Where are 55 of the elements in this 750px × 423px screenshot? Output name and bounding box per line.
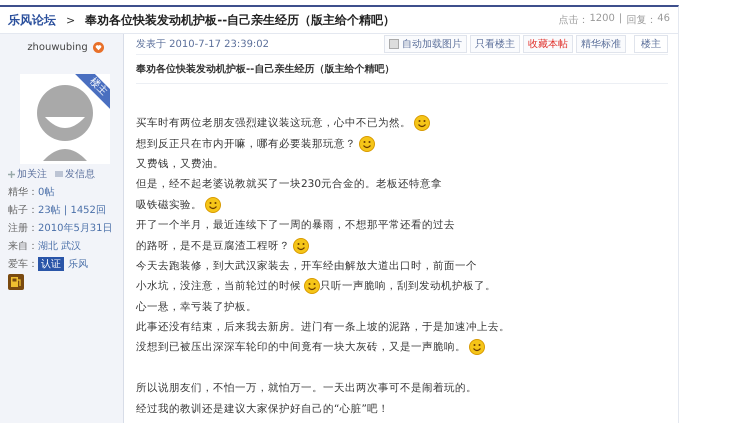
checkbox-label: 自动加载图片 [402,38,462,51]
smiley-icon [359,136,375,152]
author-name[interactable]: zhouwubing [27,42,88,52]
smiley-icon [414,115,430,132]
post-text-line: 心一悬，幸亏装了护板。 [136,300,258,315]
stats-divider: | [618,13,622,26]
post-text-line: 但是，经不起老婆说教就买了一块230元合金的。老板还特意拿 [136,177,444,192]
post-text-line: 想到反正只在市内开嘛，哪有必要装那玩意？ [136,133,668,154]
author-action-link[interactable]: 加关注 [17,167,47,181]
info-value: 23帖 | 1452回 [38,204,106,217]
post-text-line: 小水坑，没注意，当前轮过的时候 只听一声脆响，刮到发动机护板了。 [136,277,497,296]
verified-tag: 认证 [38,257,64,271]
plus-icon [8,170,15,178]
breadcrumb-separator: > [66,14,76,26]
smiley-icon [205,196,221,213]
info-label: 来自： [8,240,38,253]
post-date: 发表于 2010-7-17 23:39:02 [136,38,270,51]
author-action-link[interactable]: 发信息 [65,167,95,181]
views-count: 1200 [589,13,615,26]
post-text-line: 吸铁磁实验。 [136,194,668,215]
replies-label: 回复： [626,14,656,27]
toolbar-button[interactable]: 收藏本帖 [523,35,573,53]
info-value: 2010年5月31日 [38,222,113,235]
smiley-icon [293,238,309,254]
thread-title: 奉劝各位快装发动机护板--自己亲生经历（版主给个精吧） [85,12,396,28]
info-label: 帖子： [8,204,38,217]
fuel-pump-icon [8,274,24,290]
info-label: 爱车： [8,258,38,271]
floor-label: 楼主 [634,35,668,53]
smiley-icon [304,278,320,294]
views-label: 点击： [558,14,588,27]
smiley-icon [469,339,485,356]
checkbox-icon[interactable] [389,39,399,49]
info-label: 注册： [8,222,38,235]
toolbar-button[interactable]: 只看楼主 [470,35,520,53]
forum-link[interactable]: 乐风论坛 [8,12,56,28]
post-text-line: 今天去跑装修，到大武汉家装去，开车经由解放大道出口时，前面一个 [136,258,478,274]
toolbar-button[interactable]: 精华标准 [576,35,626,53]
post-text-line: 此事还没有结束，后来我去新房。进门有一条上坡的泥路，于是加速冲上去。 [136,320,511,336]
info-value: 湖北 武汉 [38,240,82,253]
post-text-line: 经过我的教训还是建议大家保护好自己的“心脏”吧！ [136,402,390,417]
heart-badge-icon [92,42,104,52]
post-text-line: 开了一个半月，最近连续下了一周的暴雨，不想那平常还看的过去 [136,218,456,234]
post-title: 奉劝各位快装发动机护板--自己亲生经历（版主给个精吧） [136,55,668,84]
post-text-line: 所以说朋友们，不怕一万，就怕万一。一天出两次事可不是闹着玩的。 [136,381,478,396]
post-text-line: 又费钱，又费油。 [136,156,225,172]
info-label: 精华： [8,186,38,199]
auto-load-images-checkbox[interactable]: 自动加载图片 [384,35,467,53]
replies-count: 46 [657,13,670,26]
info-value: 乐风 [68,258,88,271]
post-text-line: 买车时有两位老朋友强烈建议装这玩意，心中不已为然。 [136,113,668,134]
message-icon [55,171,63,177]
info-value: 0帖 [38,186,54,199]
post-text-line: 没想到已被压出深深车轮印的中间竟有一块大灰砖，又是一声脆响。 [136,337,668,358]
post-text-line: 的路呀，是不是豆腐渣工程呀？ [136,235,668,256]
